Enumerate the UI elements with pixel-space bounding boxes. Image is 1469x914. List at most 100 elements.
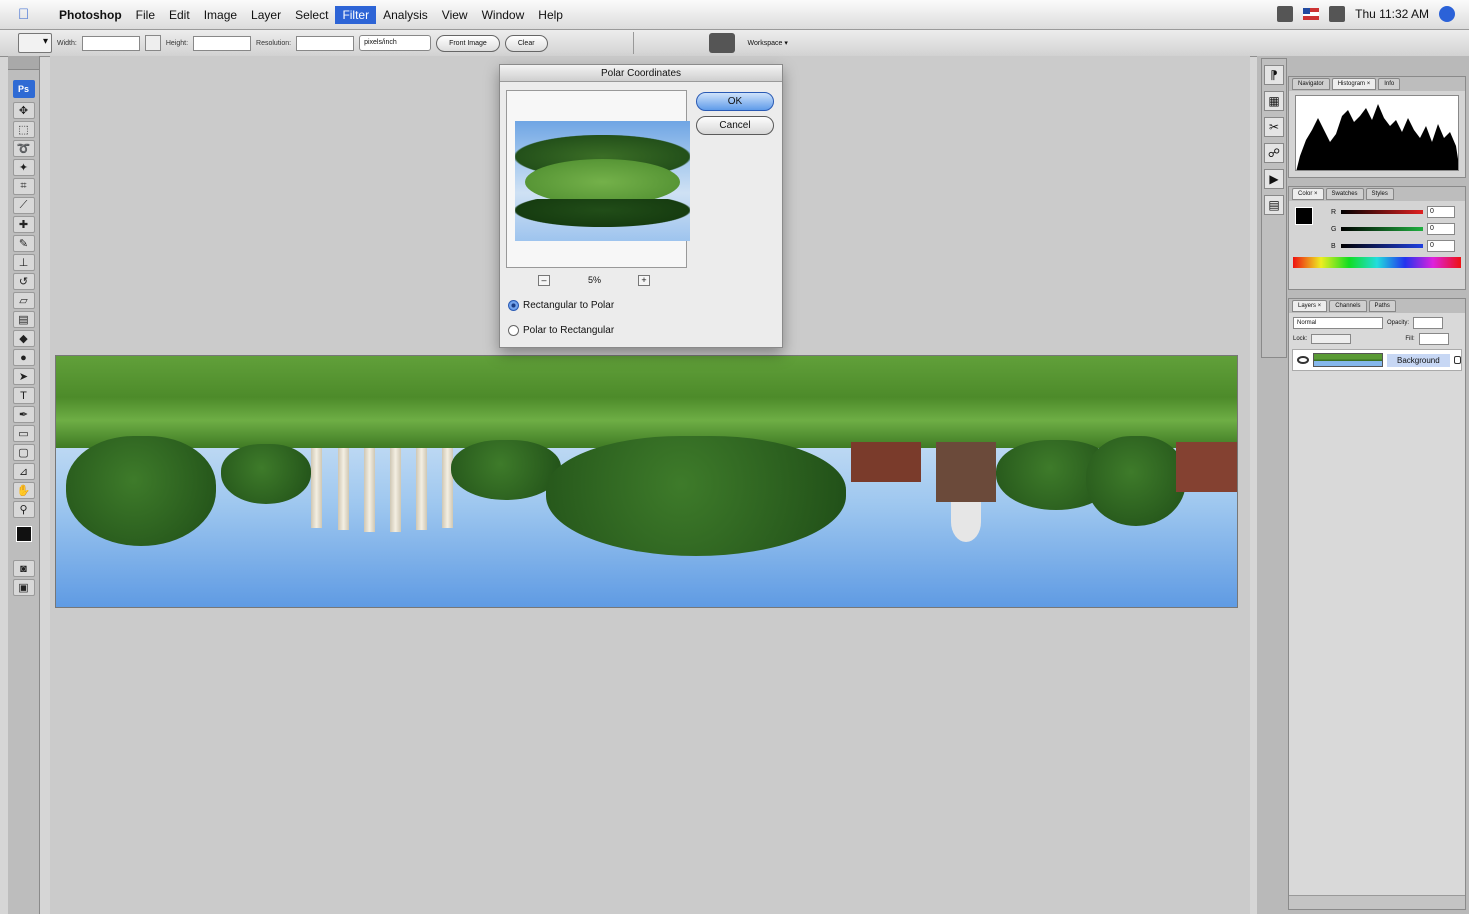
gradient-tool-icon[interactable]: ▤ xyxy=(12,311,35,328)
history-panel-icon[interactable]: ☍ xyxy=(1264,143,1284,163)
cancel-button[interactable]: Cancel xyxy=(696,116,774,135)
brush-tool-icon[interactable]: ✎ xyxy=(12,235,35,252)
actions-panel-icon[interactable]: ▶ xyxy=(1264,169,1284,189)
radio-on-icon[interactable] xyxy=(508,300,519,311)
tab-layers[interactable]: Layers × xyxy=(1292,300,1328,312)
zoom-out-button[interactable]: – xyxy=(538,275,550,286)
blue-value[interactable]: 0 xyxy=(1427,240,1455,252)
menu-view[interactable]: View xyxy=(435,6,475,24)
menu-layer[interactable]: Layer xyxy=(244,6,288,24)
eraser-tool-icon[interactable]: ▱ xyxy=(12,292,35,309)
tab-swatches[interactable]: Swatches xyxy=(1325,188,1364,200)
foreground-color-swatch[interactable] xyxy=(15,526,32,542)
crop-tool-icon[interactable]: ⌗ xyxy=(12,178,35,195)
brushes-panel-icon[interactable]: ⁋ xyxy=(1264,65,1284,85)
document-canvas[interactable] xyxy=(55,355,1238,608)
blur-tool-icon[interactable]: ◆ xyxy=(12,330,35,347)
hand-tool-icon[interactable]: ✋ xyxy=(12,482,35,499)
radio-off-icon[interactable] xyxy=(508,325,519,336)
tool-presets-icon[interactable]: ▦ xyxy=(1264,91,1284,111)
swap-dimensions-icon[interactable] xyxy=(144,35,161,51)
menu-edit[interactable]: Edit xyxy=(162,6,197,24)
green-value[interactable]: 0 xyxy=(1427,223,1455,235)
quick-mask-icon[interactable]: ◙ xyxy=(12,560,35,577)
apple-icon[interactable]:  xyxy=(18,6,34,24)
move-tool-icon[interactable]: ✥ xyxy=(12,102,35,119)
menu-help[interactable]: Help xyxy=(531,6,570,24)
clone-source-icon[interactable]: ✂ xyxy=(1264,117,1284,137)
dodge-tool-icon[interactable]: ● xyxy=(12,349,35,366)
menu-analysis[interactable]: Analysis xyxy=(376,6,435,24)
history-brush-icon[interactable]: ↺ xyxy=(12,273,35,290)
menu-image[interactable]: Image xyxy=(197,6,244,24)
type-tool-icon[interactable]: T xyxy=(12,387,35,404)
lasso-tool-icon[interactable]: ➰ xyxy=(12,140,35,157)
ok-button[interactable]: OK xyxy=(696,92,774,111)
photoshop-logo[interactable]: Ps xyxy=(12,80,35,98)
menu-photoshop[interactable]: Photoshop xyxy=(52,6,129,24)
opacity-field[interactable] xyxy=(1413,317,1444,329)
tab-styles[interactable]: Styles xyxy=(1365,188,1394,200)
shape-tool-icon[interactable]: ▭ xyxy=(12,425,35,442)
magic-wand-tool-icon[interactable]: ✦ xyxy=(12,159,35,176)
green-track[interactable] xyxy=(1341,227,1423,231)
width-field[interactable] xyxy=(81,35,140,51)
display-icon[interactable] xyxy=(1277,6,1294,22)
screen-mode-icon[interactable]: ▣ xyxy=(12,579,35,596)
blue-track[interactable] xyxy=(1341,244,1423,248)
filter-preview[interactable] xyxy=(506,90,690,268)
menu-select[interactable]: Select xyxy=(288,6,335,24)
input-flag-icon[interactable] xyxy=(1303,8,1320,20)
toolbox-grip[interactable] xyxy=(8,56,39,70)
tab-paths[interactable]: Paths xyxy=(1368,300,1396,312)
color-fg-swatch[interactable] xyxy=(1295,207,1313,225)
menu-file[interactable]: File xyxy=(129,6,162,24)
layer-row-background[interactable]: Background xyxy=(1292,349,1462,371)
workspace-menu[interactable]: Workspace ▾ xyxy=(748,39,788,47)
slice-tool-icon[interactable]: ⟋ xyxy=(12,197,35,214)
zoom-in-button[interactable]: + xyxy=(638,275,650,286)
notes-tool-icon[interactable]: ▢ xyxy=(12,444,35,461)
eyedropper-tool-icon[interactable]: ⊿ xyxy=(12,463,35,480)
zoom-tool-icon[interactable]: ⚲ xyxy=(12,501,35,518)
menu-clock[interactable]: Thu 11:32 AM xyxy=(1355,7,1429,21)
height-field[interactable] xyxy=(193,35,252,51)
polar-coordinates-dialog: Polar Coordinates – 5% + OK Cancel Recta… xyxy=(499,64,783,348)
resolution-field[interactable] xyxy=(296,35,355,51)
clone-stamp-icon[interactable]: ⊥ xyxy=(12,254,35,271)
spotlight-icon[interactable] xyxy=(1439,6,1455,22)
healing-brush-icon[interactable]: ✚ xyxy=(12,216,35,233)
tab-navigator[interactable]: Navigator xyxy=(1292,78,1330,90)
character-panel-icon[interactable]: ▤ xyxy=(1264,195,1284,215)
lock-icons[interactable] xyxy=(1311,334,1352,344)
tool-preset-picker[interactable] xyxy=(18,33,52,53)
menu-filter[interactable]: Filter xyxy=(335,5,377,24)
tab-color[interactable]: Color × xyxy=(1292,188,1324,200)
radio-polar-to-rectangular[interactable]: Polar to Rectangular xyxy=(508,325,614,336)
palette-well-icon[interactable] xyxy=(708,33,735,53)
zoom-level: 5% xyxy=(588,275,602,285)
clear-button[interactable]: Clear xyxy=(504,34,548,52)
bluetooth-icon[interactable] xyxy=(1329,6,1346,22)
slider-green[interactable]: G 0 xyxy=(1331,223,1459,235)
red-value[interactable]: 0 xyxy=(1427,206,1455,218)
path-selection-icon[interactable]: ➤ xyxy=(12,368,35,385)
menu-window[interactable]: Window xyxy=(475,6,532,24)
color-ramp[interactable] xyxy=(1293,257,1461,268)
eye-icon[interactable] xyxy=(1297,356,1309,364)
slider-blue[interactable]: B 0 xyxy=(1331,240,1459,252)
marquee-tool-icon[interactable]: ⬚ xyxy=(12,121,35,138)
radio-rectangular-to-polar[interactable]: Rectangular to Polar xyxy=(508,300,614,311)
red-track[interactable] xyxy=(1341,210,1423,214)
tab-channels[interactable]: Channels xyxy=(1329,300,1367,312)
tab-info[interactable]: Info xyxy=(1378,78,1401,90)
fill-field[interactable] xyxy=(1418,333,1449,345)
pen-tool-icon[interactable]: ✒ xyxy=(12,406,35,423)
tab-histogram[interactable]: Histogram × xyxy=(1331,78,1377,90)
menu-items: Photoshop File Edit Image Layer Select Filter A… xyxy=(52,5,570,24)
slider-red[interactable]: R 0 xyxy=(1331,206,1459,218)
units-select[interactable]: pixels/inch xyxy=(359,35,432,51)
blend-mode-select[interactable]: Normal xyxy=(1293,317,1383,329)
width-label: Width: xyxy=(57,39,77,47)
front-image-button[interactable]: Front Image xyxy=(436,34,500,52)
